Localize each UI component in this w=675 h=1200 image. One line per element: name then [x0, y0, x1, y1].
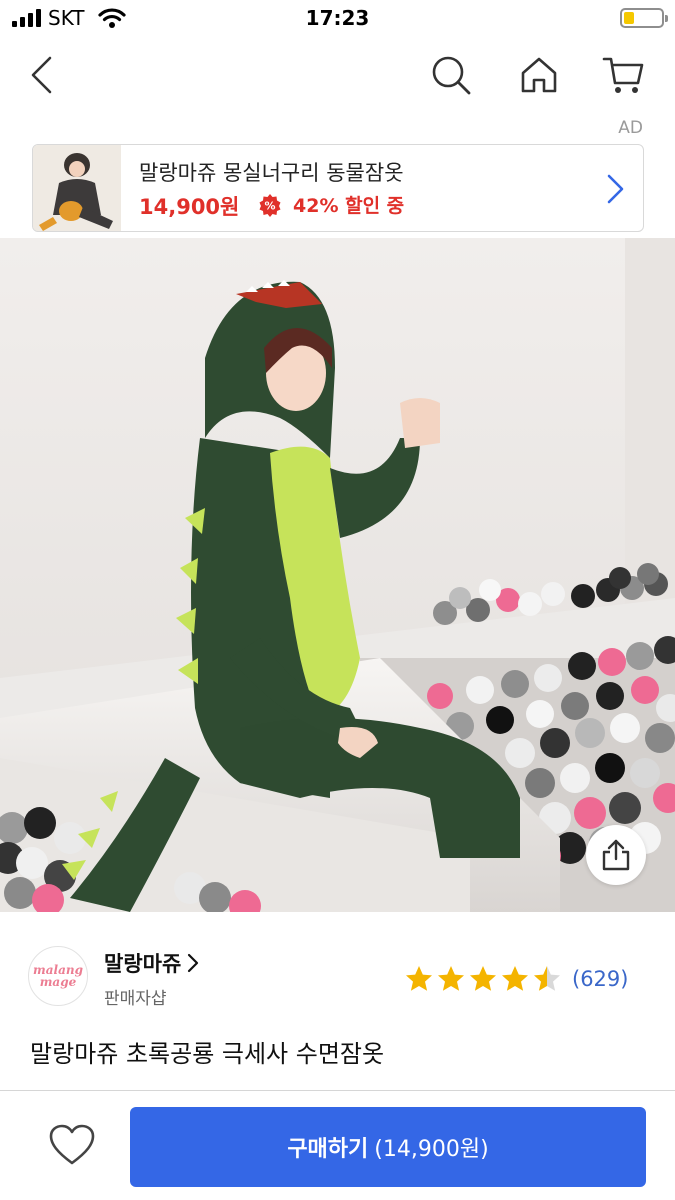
star-icon [470, 966, 496, 991]
discount-badge-icon: % [259, 194, 281, 217]
chevron-right-icon [607, 174, 624, 204]
seller-logo[interactable]: malang mage [28, 946, 88, 1006]
cart-button[interactable] [598, 50, 648, 100]
product-title: 말랑마쥬 초록공룡 극세사 수면잠옷 [30, 1040, 385, 1068]
star-icon [502, 966, 528, 991]
heart-icon [49, 1124, 95, 1165]
star-icon [406, 966, 432, 991]
buy-button[interactable]: 구매하기 (14,900원) [130, 1107, 646, 1187]
product-image[interactable] [0, 238, 675, 912]
cart-icon [602, 57, 644, 93]
review-count[interactable]: (629) [572, 967, 628, 991]
seller-link[interactable]: 말랑마쥬 [104, 948, 199, 978]
ad-banner[interactable]: 말랑마쥬 몽실너구리 동물잠옷 14,900원 % 42% 할인 중 [32, 144, 644, 232]
wishlist-button[interactable] [46, 1121, 98, 1169]
seller-subtitle: 판매자샵 [104, 989, 167, 1009]
ad-thumbnail [33, 145, 121, 231]
star-icon [438, 966, 464, 991]
rating[interactable]: (629) [404, 964, 628, 994]
search-icon [432, 56, 471, 95]
svg-text:%: % [264, 200, 275, 213]
chevron-left-icon [31, 56, 52, 94]
star-rating [404, 964, 562, 994]
chevron-right-icon [188, 953, 199, 973]
share-icon [602, 839, 630, 871]
ad-price: 14,900원 [139, 195, 240, 219]
share-button[interactable] [586, 825, 646, 885]
clock: 17:23 [305, 6, 370, 30]
seller-name: 말랑마쥬 [104, 952, 182, 976]
status-bar: SKT 17:23 [0, 0, 675, 40]
buy-button-price: (14,900원) [374, 1137, 489, 1162]
battery-icon [620, 8, 668, 28]
home-icon [521, 57, 557, 93]
buy-button-label: 구매하기 [287, 1137, 369, 1162]
star-icon [534, 966, 560, 991]
back-button[interactable] [16, 50, 66, 100]
ad-discount: 42% 할인 중 [293, 195, 405, 217]
search-button[interactable] [426, 50, 476, 100]
ad-label: AD [618, 118, 643, 138]
top-nav [0, 40, 675, 110]
ad-title: 말랑마쥬 몽실너구리 동물잠옷 [139, 161, 404, 185]
bottom-action-bar: 구매하기 (14,900원) [0, 1090, 675, 1200]
home-button[interactable] [514, 50, 564, 100]
seller-logo-text-2: mage [39, 975, 77, 989]
